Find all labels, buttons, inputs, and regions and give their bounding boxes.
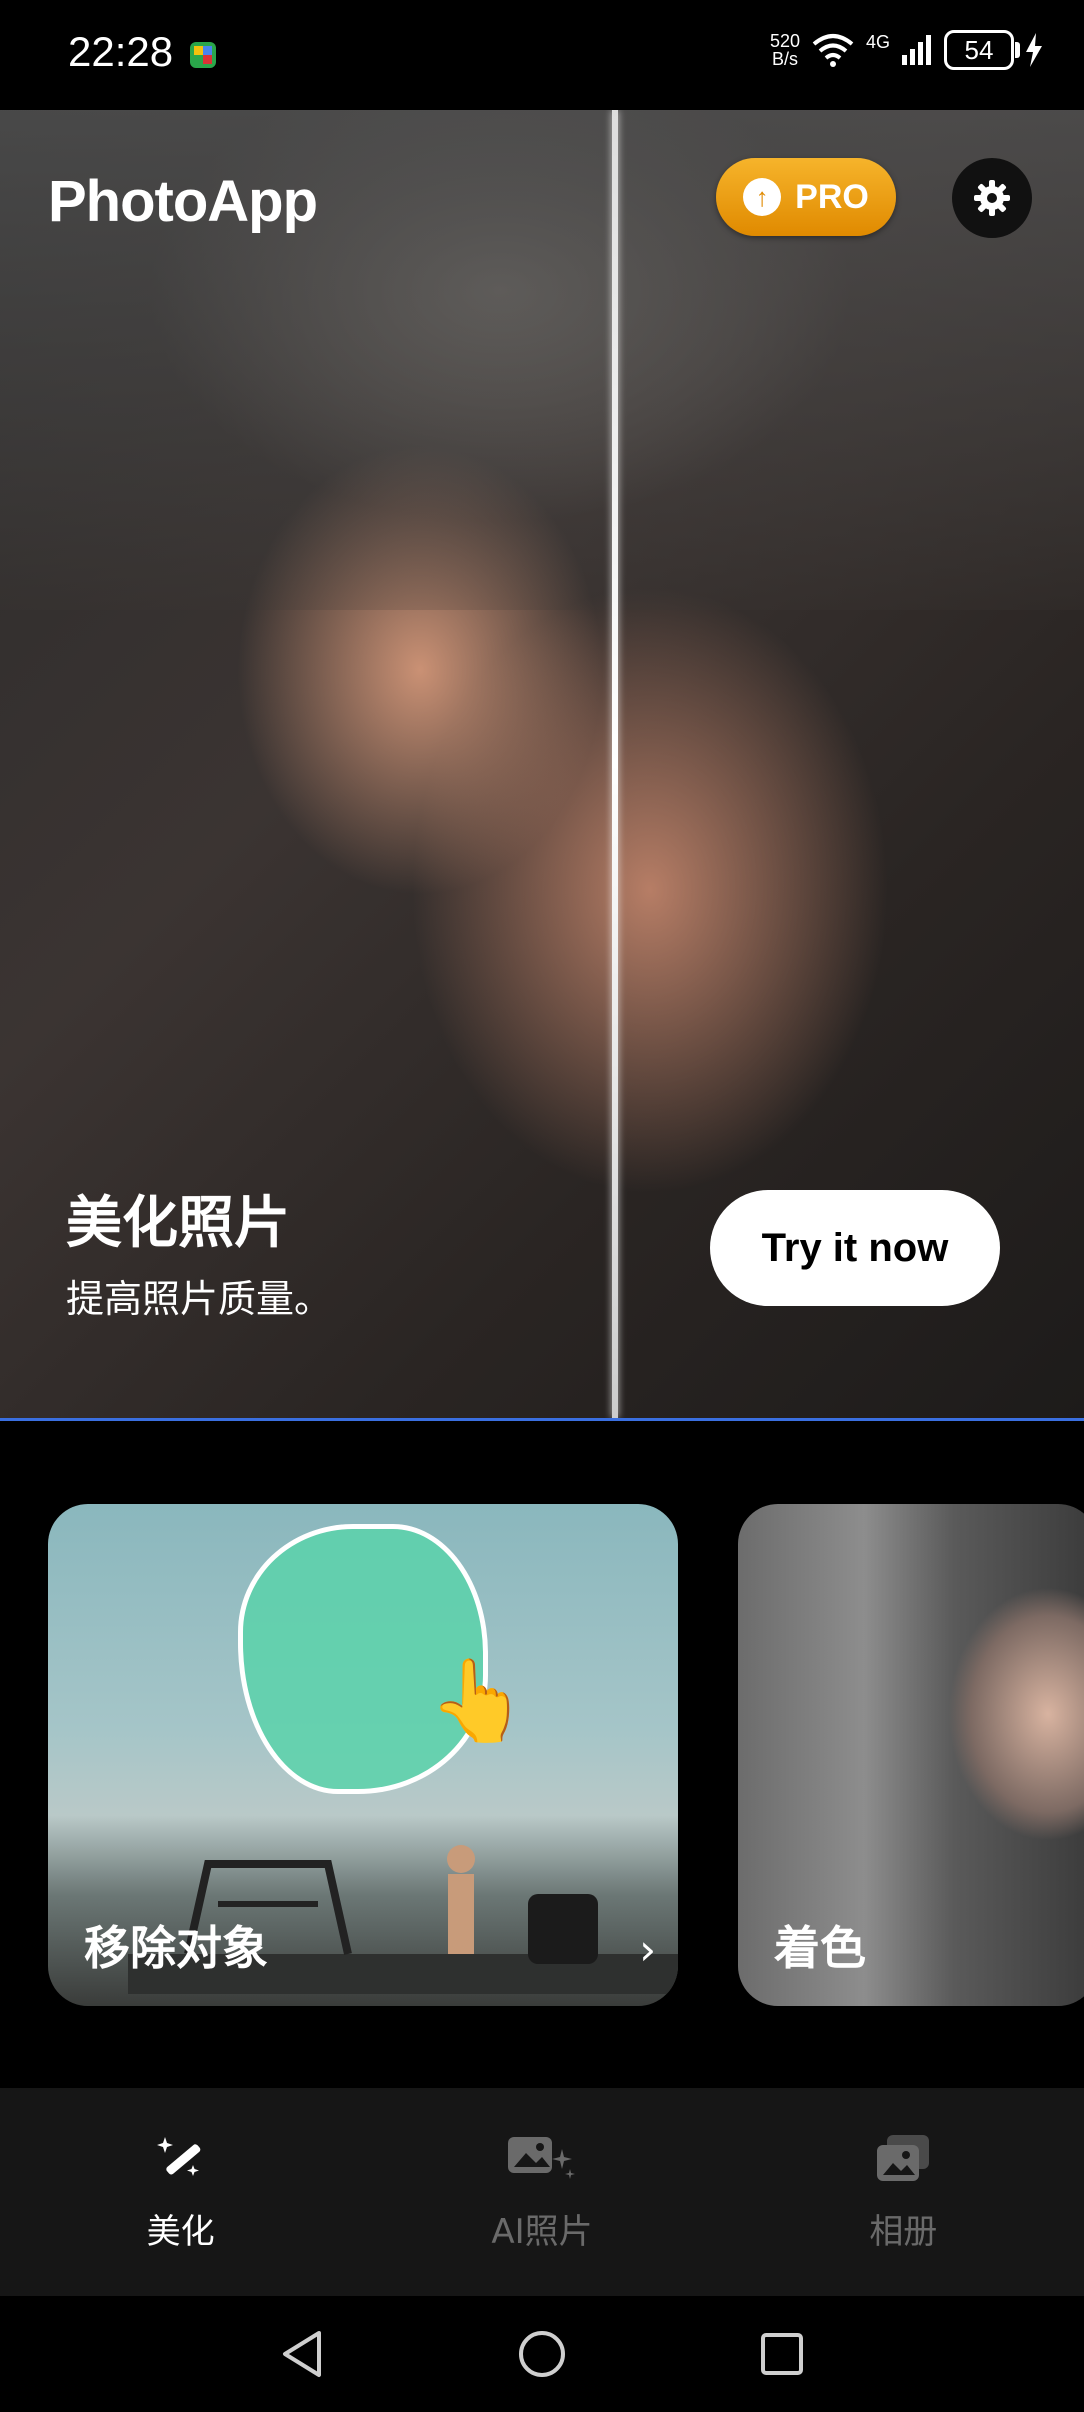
recents-square-icon xyxy=(761,2333,803,2375)
network-type: 4G xyxy=(865,32,890,52)
hero-subtitle: 提高照片质量。 xyxy=(66,1277,333,1321)
nav-item-beautify[interactable]: 美化 xyxy=(31,2131,331,2253)
colorize-portrait-image xyxy=(908,1544,1084,1984)
settings-button[interactable] xyxy=(952,158,1032,238)
back-triangle-icon xyxy=(283,2331,321,2377)
play-games-icon xyxy=(190,42,216,68)
home-circle-icon xyxy=(519,2331,565,2377)
colorize-card[interactable]: 着色 xyxy=(738,1504,1084,2006)
gear-icon xyxy=(974,180,1010,216)
home-button[interactable] xyxy=(512,2324,572,2384)
remove-object-card[interactable]: 👆 移除对象 › xyxy=(48,1504,678,2006)
wifi-icon xyxy=(812,34,854,67)
status-bar: 22:28 520 B/s 4G 54 xyxy=(0,0,1084,110)
nav-item-album[interactable]: 相册 xyxy=(753,2131,1053,2253)
ai-image-icon xyxy=(504,2131,580,2198)
nav-label: AI照片 xyxy=(491,2212,593,2252)
bottom-navigation: 美化 AI照片 相册 xyxy=(0,2088,1084,2296)
nav-label: 美化 xyxy=(146,2212,215,2252)
pro-upgrade-button[interactable]: ↑ PRO xyxy=(716,158,896,236)
before-after-divider[interactable] xyxy=(612,110,618,1418)
try-it-now-button[interactable]: Try it now xyxy=(710,1190,1000,1306)
signal-icon xyxy=(902,35,931,65)
app-logo: PhotoApp xyxy=(48,169,318,234)
card-label: 移除对象 xyxy=(84,1921,268,1975)
hero-title: 美化照片 xyxy=(66,1191,290,1256)
charging-icon xyxy=(1026,33,1042,67)
recents-button[interactable] xyxy=(752,2324,812,2384)
album-icon xyxy=(873,2131,933,2198)
status-time: 22:28 xyxy=(68,28,174,75)
pro-label: PRO xyxy=(795,177,869,216)
chevron-right-icon: › xyxy=(639,1925,656,1974)
system-navigation-bar xyxy=(0,2296,1084,2412)
hero-banner[interactable]: PhotoApp ↑ PRO 美化照片 提高照片质量。 Try it now xyxy=(0,110,1084,1421)
net-speed: 520 B/s xyxy=(769,31,800,69)
battery-indicator: 54 xyxy=(944,30,1020,70)
back-button[interactable] xyxy=(272,2324,332,2384)
status-icons: 520 B/s 4G 54 xyxy=(770,30,1044,70)
nav-item-ai-photo[interactable]: AI照片 xyxy=(392,2131,692,2253)
magic-wand-icon xyxy=(153,2131,209,2198)
nav-label: 相册 xyxy=(869,2212,938,2252)
card-label: 着色 xyxy=(774,1921,866,1975)
pointer-hand-icon: 👆 xyxy=(428,1654,528,1747)
upgrade-arrow-icon: ↑ xyxy=(743,178,782,216)
